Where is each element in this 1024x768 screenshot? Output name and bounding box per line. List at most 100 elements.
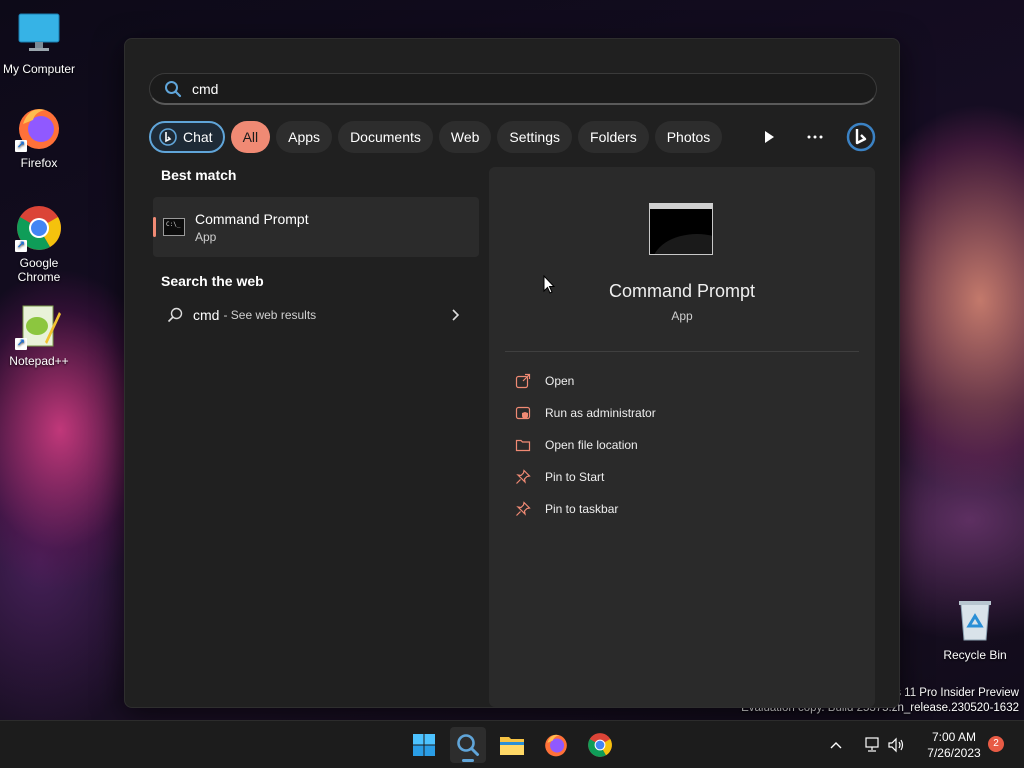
bing-icon — [159, 128, 177, 146]
desktop-icon-label: Recycle Bin — [943, 648, 1007, 662]
command-prompt-icon: C:\_ — [163, 218, 185, 236]
more-options-button[interactable] — [799, 121, 831, 153]
network-icon — [865, 737, 879, 752]
filter-documents[interactable]: Documents — [338, 121, 433, 153]
search-web-heading: Search the web — [161, 273, 264, 289]
notification-badge[interactable]: 2 — [988, 736, 1004, 752]
preview-type: App — [671, 309, 693, 323]
action-label: Pin to taskbar — [545, 502, 619, 516]
pin-icon — [516, 501, 531, 516]
web-hint: - See web results — [223, 308, 317, 322]
action-open-file-location[interactable]: Open file location — [515, 429, 656, 461]
folder-icon — [500, 737, 524, 755]
start-button[interactable] — [406, 727, 442, 763]
desktop-icon-label: Google Chrome — [17, 256, 61, 284]
folder-icon — [515, 439, 531, 452]
clock-time: 7:00 AM — [931, 730, 977, 744]
results-list: Best match C:\_ Command Prompt App Searc… — [153, 167, 481, 333]
desktop-icon-my-computer[interactable]: My Computer — [0, 10, 78, 76]
play-arrow-icon — [765, 131, 774, 143]
shortcut-arrow-icon: ↗ — [15, 338, 27, 350]
command-prompt-large-icon — [649, 203, 713, 255]
search-icon — [167, 307, 183, 323]
clock-date: 7/26/2023 — [927, 746, 981, 760]
shortcut-arrow-icon: ↗ — [15, 240, 27, 252]
action-label: Run as administrator — [545, 406, 656, 420]
mouse-cursor-icon — [543, 275, 555, 294]
filter-label: Folders — [590, 129, 637, 145]
windows-logo-icon — [413, 734, 435, 756]
chevron-right-icon — [452, 309, 460, 321]
action-label: Open — [545, 374, 575, 388]
web-query: cmd — [193, 307, 220, 323]
filter-chat[interactable]: Chat — [149, 121, 225, 153]
open-external-icon — [515, 373, 531, 389]
action-label: Open file location — [545, 438, 638, 452]
search-panel: Chat All Apps Documents Web Settings Fol… — [124, 38, 900, 708]
filter-settings[interactable]: Settings — [497, 121, 573, 153]
volume-icon — [888, 737, 904, 753]
filter-label: Settings — [509, 129, 561, 145]
result-type: App — [195, 229, 217, 244]
filter-apps[interactable]: Apps — [276, 121, 333, 153]
filter-all[interactable]: All — [230, 121, 271, 153]
action-list: Open Run as administrator Open file loca… — [515, 365, 656, 525]
firefox-icon — [545, 734, 567, 757]
shortcut-arrow-icon: ↗ — [15, 140, 27, 152]
volume-button[interactable] — [882, 727, 910, 763]
action-open[interactable]: Open — [515, 365, 656, 397]
selection-indicator — [153, 217, 156, 237]
best-match-item[interactable]: C:\_ Command Prompt App — [153, 197, 479, 257]
filter-bar: Chat All Apps Documents Web Settings Fol… — [149, 121, 877, 153]
desktop-icon-label: Notepad++ — [9, 354, 69, 368]
desktop-icon-label: My Computer — [2, 62, 76, 76]
chevron-up-icon — [830, 742, 842, 749]
filter-label: Web — [450, 129, 480, 145]
chrome-icon: ↗ — [15, 204, 63, 252]
filter-label: Documents — [350, 129, 421, 145]
web-result-item[interactable]: cmd - See web results — [153, 297, 463, 333]
taskbar: 7:00 AM 7/26/2023 — [0, 720, 1024, 768]
best-match-heading: Best match — [161, 167, 237, 183]
search-icon — [457, 734, 479, 756]
action-label: Pin to Start — [545, 470, 605, 484]
desktop-icon-firefox[interactable]: ↗ Firefox — [0, 104, 78, 170]
shield-admin-icon — [515, 406, 531, 420]
search-icon — [165, 80, 182, 97]
pin-icon — [516, 469, 531, 484]
filter-folders[interactable]: Folders — [578, 121, 649, 153]
taskbar-file-explorer[interactable] — [494, 727, 530, 763]
chrome-icon — [588, 733, 612, 757]
taskbar-chrome[interactable] — [582, 727, 618, 763]
monitor-icon — [15, 10, 63, 58]
filter-label: Photos — [666, 129, 711, 145]
preview-pane: Command Prompt App Open Run as administr… — [489, 167, 875, 707]
recycle-bin-icon — [951, 596, 999, 644]
search-input[interactable] — [192, 80, 792, 97]
desktop-icon-notepadpp[interactable]: ↗ Notepad++ — [0, 302, 78, 368]
filter-label: Chat — [183, 129, 213, 145]
bing-button[interactable] — [845, 121, 877, 153]
action-pin-to-taskbar[interactable]: Pin to taskbar — [515, 493, 656, 525]
desktop-icon-chrome[interactable]: ↗ Google Chrome — [0, 204, 78, 284]
filter-web[interactable]: Web — [438, 121, 492, 153]
action-pin-to-start[interactable]: Pin to Start — [515, 461, 656, 493]
firefox-icon: ↗ — [15, 104, 63, 152]
bing-icon — [846, 122, 876, 152]
filter-label: Apps — [288, 129, 321, 145]
taskbar-search-button[interactable] — [450, 727, 486, 763]
divider — [505, 351, 859, 352]
result-name: Command Prompt — [195, 210, 309, 227]
clock[interactable]: 7:00 AM 7/26/2023 — [916, 729, 992, 761]
filter-photos[interactable]: Photos — [654, 121, 723, 153]
show-hidden-icons-button[interactable] — [822, 727, 850, 763]
more-filters-button[interactable] — [753, 121, 785, 153]
action-run-as-admin[interactable]: Run as administrator — [515, 397, 656, 429]
search-box[interactable] — [149, 73, 877, 105]
taskbar-firefox[interactable] — [538, 727, 574, 763]
notepadpp-icon: ↗ — [15, 302, 63, 350]
filter-label: All — [242, 129, 259, 145]
desktop-icon-label: Firefox — [20, 156, 58, 170]
ellipsis-icon — [807, 135, 823, 139]
desktop-icon-recycle-bin[interactable]: Recycle Bin — [936, 596, 1014, 662]
